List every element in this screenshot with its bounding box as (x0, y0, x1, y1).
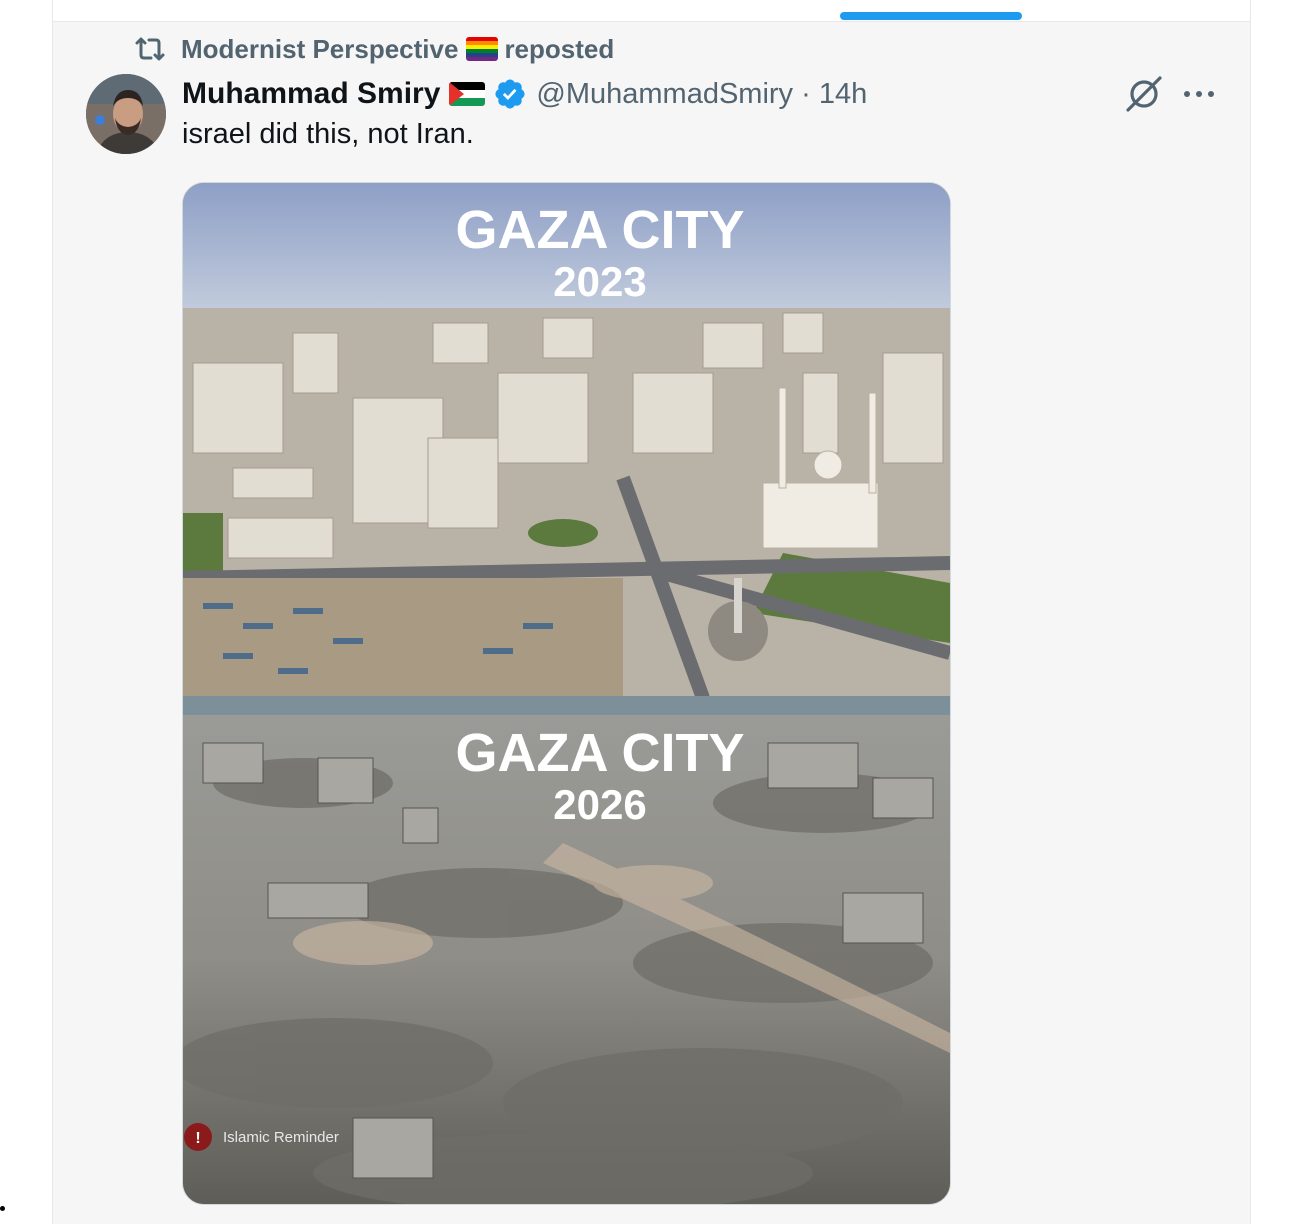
watermark-logo-mark: ! (195, 1130, 200, 1147)
verified-badge-icon (495, 79, 525, 109)
tweet-media-image[interactable]: GAZA CITY 2023 GAZA CITY 2026 ! Islamic … (182, 182, 951, 1205)
harbor (183, 578, 623, 698)
stray-dot (0, 1206, 5, 1211)
grok-icon[interactable] (1125, 75, 1163, 113)
avatar-image (86, 74, 166, 154)
more-horizontal-icon[interactable] (1181, 80, 1217, 108)
rainbow-flag-icon (466, 37, 499, 61)
media-photo: GAZA CITY 2023 GAZA CITY 2026 ! Islamic … (183, 183, 950, 1204)
repost-icon (135, 37, 165, 61)
top-title: GAZA CITY (456, 200, 745, 260)
palestine-flag-icon (449, 82, 486, 106)
tab-bar (53, 0, 1250, 22)
author-name[interactable]: Muhammad Smiry (182, 77, 440, 111)
watermark-text: Islamic Reminder (223, 1129, 339, 1146)
repost-context[interactable]: Modernist Perspective reposted (133, 33, 614, 65)
monument (734, 578, 742, 633)
reposter-name[interactable]: Modernist Perspective (181, 34, 458, 65)
tweet-header: Muhammad Smiry @MuhammadSmiry · 14h (182, 74, 867, 114)
timeline-column: Modernist Perspective reposted Muhammad … (52, 0, 1251, 1224)
top-year: 2023 (553, 258, 646, 305)
active-tab-indicator (840, 12, 1022, 20)
sea-strip (183, 696, 950, 718)
author-avatar[interactable] (86, 74, 166, 154)
tweet-text: israel did this, not Iran. (182, 118, 474, 150)
handle-and-time[interactable]: @MuhammadSmiry · 14h (536, 78, 867, 111)
repost-label: reposted (504, 33, 615, 64)
bottom-title: GAZA CITY (456, 723, 745, 783)
bottom-year: 2026 (553, 781, 646, 828)
